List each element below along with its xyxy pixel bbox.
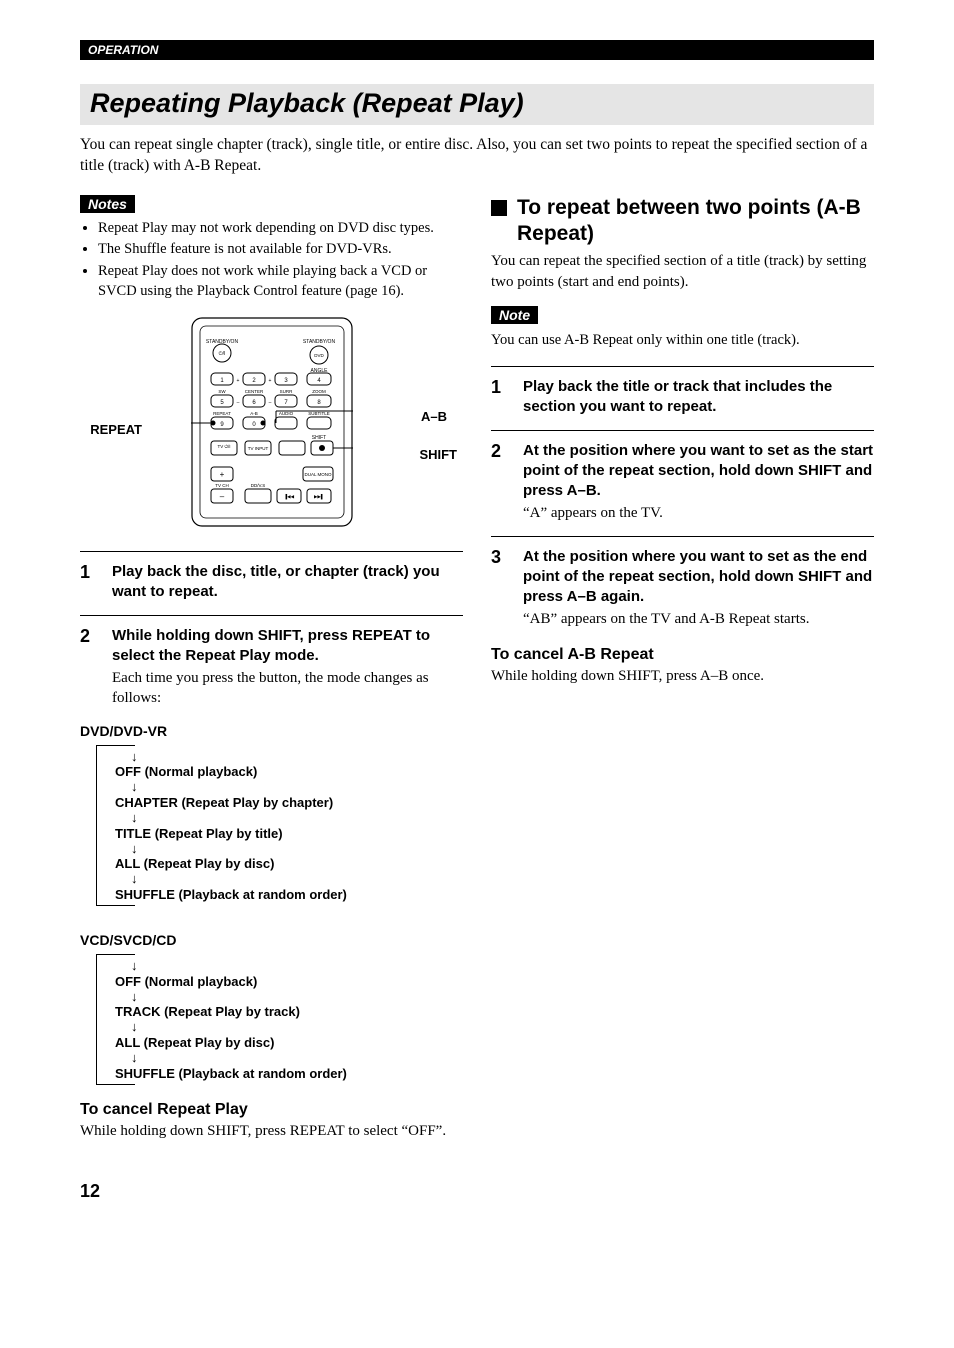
svg-text:SW: SW bbox=[218, 389, 226, 394]
step-bold: Play back the disc, title, or chapter (t… bbox=[112, 562, 463, 603]
note-item: The Shuffle feature is not available for… bbox=[98, 240, 463, 260]
step-bold: Play back the title or track that includ… bbox=[523, 377, 874, 418]
cancel-heading: To cancel A-B Repeat bbox=[491, 646, 874, 664]
svg-text:AUDIO: AUDIO bbox=[278, 411, 293, 416]
divider bbox=[491, 366, 874, 367]
step-bold: At the position where you want to set as… bbox=[523, 547, 874, 608]
step-number: 2 bbox=[80, 626, 98, 709]
section-header: OPERATION bbox=[80, 40, 874, 60]
mode-item: OFF (Normal playback) bbox=[97, 764, 463, 779]
notes-list: Repeat Play may not work depending on DV… bbox=[80, 219, 463, 301]
divider bbox=[80, 551, 463, 552]
note-label: Note bbox=[491, 306, 538, 324]
down-arrow-icon: ↓ bbox=[97, 812, 463, 824]
callout-ab: A–B bbox=[421, 409, 447, 424]
mode-item: ALL (Repeat Play by disc) bbox=[97, 856, 463, 871]
step-item: 2 While holding down SHIFT, press REPEAT… bbox=[80, 626, 463, 709]
step-plain: Each time you press the button, the mode… bbox=[112, 668, 463, 709]
svg-text:REPEAT: REPEAT bbox=[213, 411, 231, 416]
page-title: Repeating Playback (Repeat Play) bbox=[90, 88, 864, 119]
svg-text:A-B: A-B bbox=[250, 411, 258, 416]
intro-text: You can repeat single chapter (track), s… bbox=[80, 135, 874, 177]
svg-text:DD/V.S: DD/V.S bbox=[250, 483, 265, 488]
remote-diagram: REPEAT A–B SHIFT STANDBY/ON ⏻/I STANDBY/… bbox=[80, 313, 463, 533]
svg-text:TV CH: TV CH bbox=[215, 483, 229, 488]
note-item: Repeat Play may not work depending on DV… bbox=[98, 219, 463, 239]
divider bbox=[80, 615, 463, 616]
svg-text:ZOOM: ZOOM bbox=[312, 389, 326, 394]
down-arrow-icon: ↓ bbox=[97, 781, 463, 793]
svg-text:TV ⏻/I: TV ⏻/I bbox=[217, 444, 230, 449]
right-column: To repeat between two points (A-B Repeat… bbox=[491, 195, 874, 1141]
svg-text:–: – bbox=[268, 400, 271, 406]
svg-text:TV INPUT: TV INPUT bbox=[247, 446, 268, 451]
callout-shift: SHIFT bbox=[419, 447, 457, 462]
step-number: 1 bbox=[80, 562, 98, 603]
step-item: 2 At the position where you want to set … bbox=[491, 441, 874, 524]
down-arrow-icon: ↓ bbox=[97, 991, 463, 1003]
svg-text:+: + bbox=[219, 470, 224, 479]
page-number: 12 bbox=[80, 1181, 874, 1202]
svg-text:▐◀◀: ▐◀◀ bbox=[283, 493, 294, 500]
step-bold: At the position where you want to set as… bbox=[523, 441, 874, 502]
svg-text:SHIFT: SHIFT bbox=[311, 435, 325, 441]
down-arrow-icon: ↓ bbox=[97, 1052, 463, 1064]
note-body: You can use A-B Repeat only within one t… bbox=[491, 330, 874, 350]
mode-item: ALL (Repeat Play by disc) bbox=[97, 1035, 463, 1050]
mode-item: TRACK (Repeat Play by track) bbox=[97, 1004, 463, 1019]
svg-text:–: – bbox=[236, 400, 239, 406]
step-item: 1 Play back the title or track that incl… bbox=[491, 377, 874, 418]
svg-text:SURR: SURR bbox=[279, 389, 293, 394]
mode-group-heading: VCD/SVCD/CD bbox=[80, 932, 463, 948]
svg-text:⏻/I: ⏻/I bbox=[218, 351, 225, 357]
right-intro: You can repeat the specified section of … bbox=[491, 251, 874, 292]
mode-item: TITLE (Repeat Play by title) bbox=[97, 826, 463, 841]
step-item: 3 At the position where you want to set … bbox=[491, 547, 874, 630]
svg-text:STANDBY/ON: STANDBY/ON bbox=[302, 339, 335, 345]
step-bold: While holding down SHIFT, press REPEAT t… bbox=[112, 626, 463, 667]
notes-label: Notes bbox=[80, 195, 135, 213]
callout-repeat: REPEAT bbox=[80, 422, 142, 437]
svg-text:DVD: DVD bbox=[314, 353, 324, 358]
mode-item: OFF (Normal playback) bbox=[97, 974, 463, 989]
svg-text:▶▶▌: ▶▶▌ bbox=[313, 493, 323, 500]
mode-item: CHAPTER (Repeat Play by chapter) bbox=[97, 795, 463, 810]
down-arrow-icon: ↓ bbox=[97, 960, 463, 972]
svg-text:DUAL MONO: DUAL MONO bbox=[304, 472, 332, 477]
mode-diagram: ↓ OFF (Normal playback) ↓ CHAPTER (Repea… bbox=[96, 745, 463, 906]
mode-diagram: ↓ OFF (Normal playback) ↓ TRACK (Repeat … bbox=[96, 954, 463, 1085]
title-bar: Repeating Playback (Repeat Play) bbox=[80, 84, 874, 125]
svg-text:–: – bbox=[219, 492, 224, 501]
mode-item: SHUFFLE (Playback at random order) bbox=[97, 1066, 463, 1081]
divider bbox=[491, 536, 874, 537]
step-number: 3 bbox=[491, 547, 509, 630]
remote-svg: STANDBY/ON ⏻/I STANDBY/ON DVD ANGLE 1 + … bbox=[191, 317, 353, 527]
svg-text:CENTER: CENTER bbox=[244, 389, 263, 394]
down-arrow-icon: ↓ bbox=[97, 1021, 463, 1033]
step-number: 2 bbox=[491, 441, 509, 524]
section-heading: To repeat between two points (A-B Repeat… bbox=[491, 195, 874, 248]
left-column: Notes Repeat Play may not work depending… bbox=[80, 195, 463, 1141]
divider bbox=[491, 430, 874, 431]
down-arrow-icon: ↓ bbox=[97, 843, 463, 855]
cancel-body: While holding down SHIFT, press A–B once… bbox=[491, 666, 874, 686]
down-arrow-icon: ↓ bbox=[97, 751, 463, 763]
mode-group-heading: DVD/DVD-VR bbox=[80, 723, 463, 739]
svg-text:+: + bbox=[236, 378, 239, 384]
square-bullet-icon bbox=[491, 200, 507, 216]
section-heading-text: To repeat between two points (A-B Repeat… bbox=[517, 195, 874, 248]
step-number: 1 bbox=[491, 377, 509, 418]
svg-text:+: + bbox=[268, 378, 271, 384]
svg-text:SUBTITLE: SUBTITLE bbox=[308, 411, 330, 416]
note-item: Repeat Play does not work while playing … bbox=[98, 262, 463, 301]
step-plain: “A” appears on the TV. bbox=[523, 503, 874, 523]
cancel-body: While holding down SHIFT, press REPEAT t… bbox=[80, 1121, 463, 1141]
step-item: 1 Play back the disc, title, or chapter … bbox=[80, 562, 463, 603]
step-plain: “AB” appears on the TV and A-B Repeat st… bbox=[523, 609, 874, 629]
cancel-heading: To cancel Repeat Play bbox=[80, 1101, 463, 1119]
mode-item: SHUFFLE (Playback at random order) bbox=[97, 887, 463, 902]
down-arrow-icon: ↓ bbox=[97, 873, 463, 885]
